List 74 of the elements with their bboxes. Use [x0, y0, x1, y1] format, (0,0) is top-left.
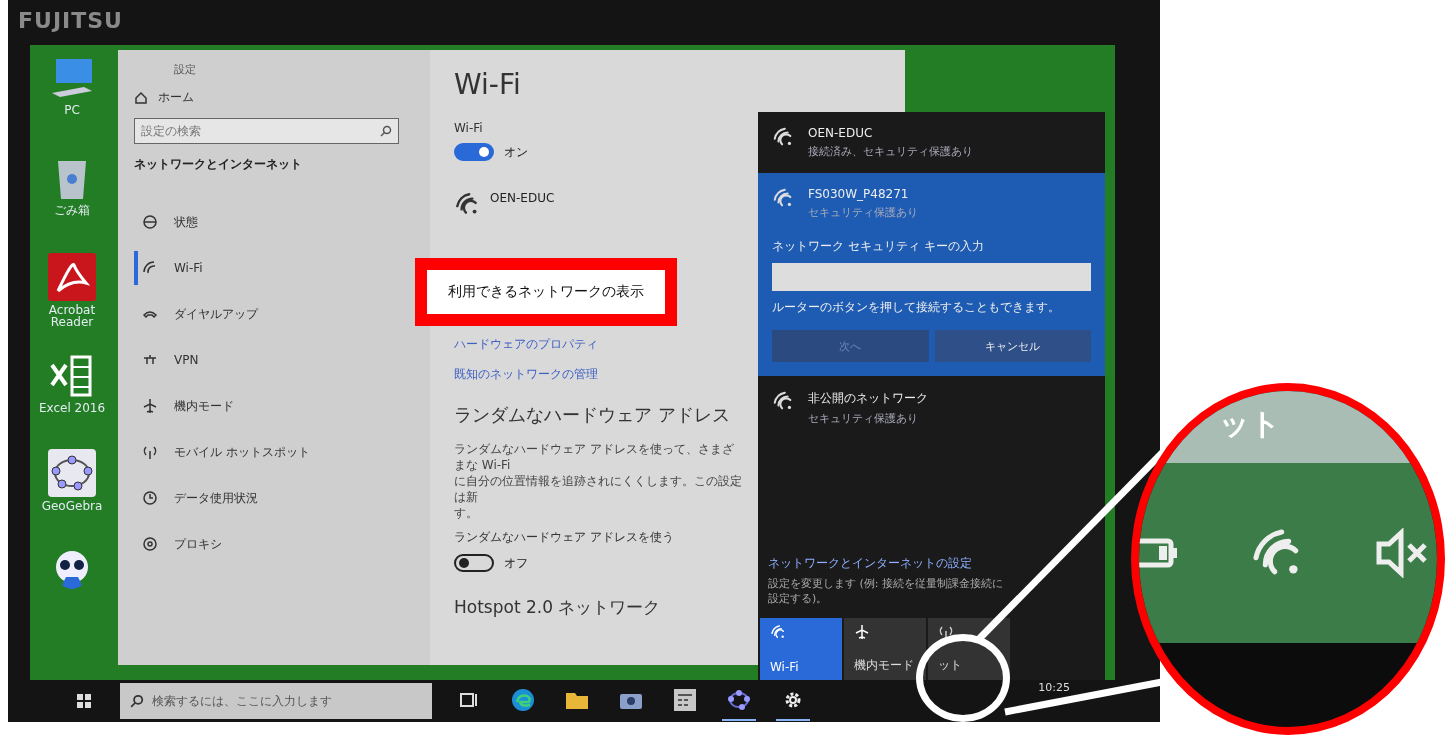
- brand-logo: FUJITSU: [18, 8, 123, 33]
- wifi-icon: [772, 187, 794, 209]
- sidebar-item[interactable]: VPN: [134, 343, 414, 377]
- section-heading: ネットワークとインターネット: [134, 156, 303, 173]
- security-key-field[interactable]: [772, 263, 1091, 291]
- quick-action-tile[interactable]: Wi-Fi: [760, 618, 842, 680]
- field-label: ネットワーク セキュリティ キーの入力: [772, 238, 985, 255]
- antenna-icon: [938, 624, 954, 640]
- wifi-icon: [772, 390, 794, 412]
- airplane-icon: [854, 624, 870, 640]
- network-item[interactable]: 非公開のネットワーク セキュリティ保護あり: [758, 376, 1105, 440]
- start-icon[interactable]: [76, 693, 92, 709]
- wifi-icon: [770, 624, 786, 640]
- desktop-icon-label[interactable]: Excel 2016: [38, 402, 106, 414]
- search-field[interactable]: 設定の検索: [134, 118, 399, 144]
- desktop-icon-label[interactable]: PC: [64, 104, 80, 116]
- network-name: OEN-EDUC: [808, 126, 874, 140]
- sidebar-item[interactable]: ダイヤルアップ: [134, 297, 414, 331]
- description-text: ランダムなハードウェア アドレスを使って、さまざまな Wi-Fi に自分の位置情報を追跡されにくくします。この設定は新 す。: [454, 441, 742, 521]
- search-icon: [380, 125, 392, 137]
- globe-icon: [142, 214, 158, 230]
- ellipse-app-icon[interactable]: [727, 688, 751, 712]
- desktop-icon-label[interactable]: GeoGebra: [41, 500, 103, 512]
- dialog-button[interactable]: キャンセル: [934, 330, 1091, 362]
- wifi-icon: [772, 126, 794, 148]
- toggle-switch[interactable]: [454, 554, 494, 572]
- sidebar-item[interactable]: データ使用状況: [134, 481, 414, 515]
- setting-label: Wi-Fi: [454, 121, 483, 135]
- folder-icon[interactable]: [565, 690, 589, 710]
- section-heading: ランダムなハードウェア アドレス: [454, 403, 730, 427]
- clock: 10:25: [1038, 681, 1070, 694]
- annotation-callout: 利用できるネットワークの表示: [415, 258, 677, 326]
- globe-icon: [142, 536, 158, 552]
- calculator-icon[interactable]: [673, 688, 697, 712]
- settings-link[interactable]: 既知のネットワークの管理: [454, 363, 598, 385]
- airplane-icon: [142, 398, 158, 414]
- search-icon: [130, 694, 144, 708]
- setting-label: ランダムなハードウェア アドレスを使う: [454, 529, 674, 546]
- section-heading: Hotspot 2.0 ネットワーク: [454, 596, 661, 619]
- pdf-app-icon[interactable]: [48, 253, 96, 301]
- settings-link[interactable]: ハードウェアのプロパティ: [454, 333, 598, 355]
- network-status: セキュリティ保護あり: [808, 205, 919, 220]
- wifi-icon: [454, 191, 480, 217]
- task-view-icon[interactable]: [459, 691, 479, 709]
- wifi-icon: [142, 260, 158, 276]
- desktop-icon-label[interactable]: Acrobat Reader: [30, 304, 114, 328]
- clock-icon: [142, 490, 158, 506]
- network-name[interactable]: OEN-EDUC: [490, 191, 555, 205]
- antenna-icon: [142, 444, 158, 460]
- taskbar-search-field[interactable]: 検索するには、ここに入力します: [120, 683, 432, 719]
- quick-action-tile[interactable]: 機内モード: [844, 618, 926, 680]
- ellipse-app-icon[interactable]: [48, 449, 96, 497]
- toggle-state-label: オン: [504, 143, 528, 161]
- home-icon: [134, 90, 148, 105]
- magnified-text: ット: [1219, 405, 1281, 443]
- description-text: 設定を変更します (例: 接続を従量制課金接続に設定する)。: [768, 576, 1004, 606]
- network-status: 接続済み、セキュリティ保護あり: [808, 144, 974, 159]
- sidebar-item[interactable]: プロキシ: [134, 527, 414, 561]
- home-link[interactable]: ホーム: [134, 89, 414, 106]
- network-item[interactable]: OEN-EDUC 接続済み、セキュリティ保護あり: [758, 112, 1105, 173]
- page-title: Wi-Fi: [454, 68, 521, 101]
- toggle-state-label: オフ: [504, 554, 528, 572]
- network-name: 非公開のネットワーク: [808, 390, 929, 407]
- desktop-icon-label[interactable]: ごみ箱: [54, 204, 90, 216]
- window-title: 設定: [174, 62, 197, 77]
- network-name: FS030W_P48271: [808, 187, 910, 201]
- settings-link[interactable]: ネットワークとインターネットの設定: [768, 555, 1095, 572]
- network-status: セキュリティ保護あり: [808, 411, 919, 426]
- browser-icon[interactable]: [511, 688, 535, 712]
- sidebar-item[interactable]: 状態: [134, 205, 414, 239]
- sidebar-item[interactable]: 機内モード: [134, 389, 414, 423]
- hint-text: ルーターのボタンを押して接続することもできます。: [772, 299, 1061, 316]
- toggle-switch[interactable]: [454, 143, 494, 161]
- sidebar-item[interactable]: モバイル ホットスポット: [134, 435, 414, 469]
